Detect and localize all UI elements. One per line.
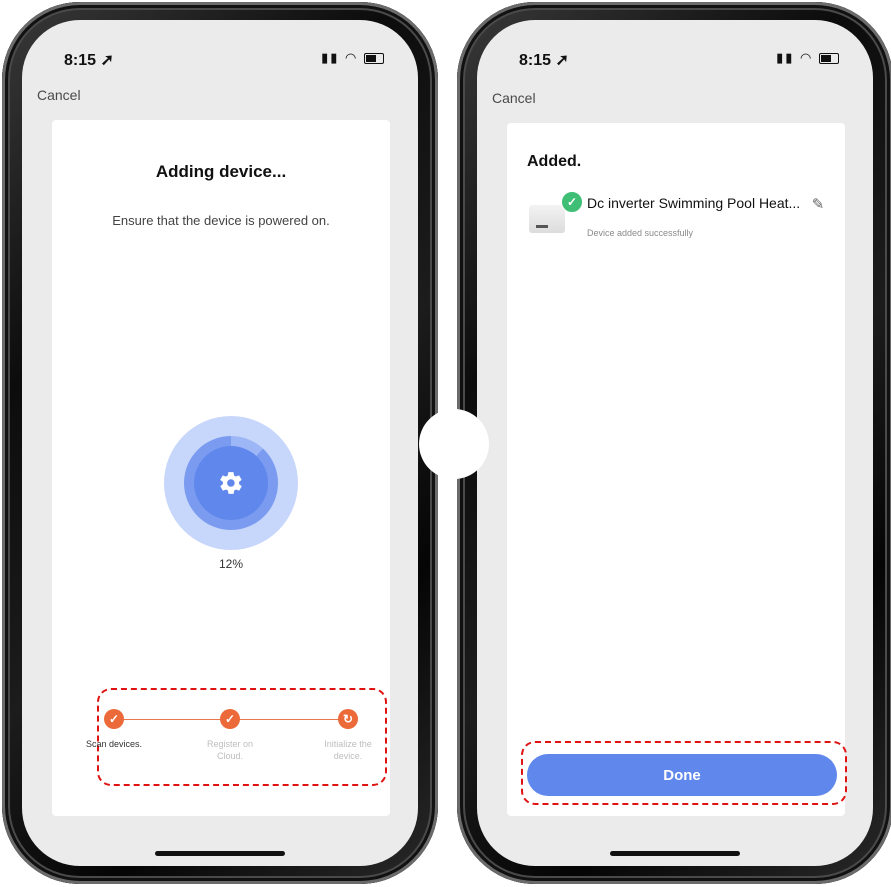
page-subtitle: Ensure that the device is powered on. [112, 213, 330, 228]
status-time: 8:15 ➚ [64, 52, 114, 69]
step-2-label: Register on Cloud. [206, 739, 254, 761]
status-icons: ▮▮ ◠ [321, 50, 384, 66]
step-1-label: Scan devices. [85, 739, 143, 749]
gear-icon-badge [194, 446, 268, 520]
status-time: 8:15 ➚ [519, 52, 569, 69]
status-bar: 8:15 ➚ ▮▮ ◠ [519, 50, 839, 70]
step-1-check-icon: ✓ [104, 709, 124, 729]
steps-highlight-box [97, 688, 387, 786]
added-card: Added. ✓ Dc inverter Swimming Pool Heat.… [507, 123, 845, 816]
home-indicator[interactable] [610, 851, 740, 856]
device-thumbnail [529, 205, 565, 233]
edit-pencil-icon[interactable]: ✎ [807, 194, 829, 216]
step-2-check-icon: ✓ [220, 709, 240, 729]
screen-device-added: 8:15 ➚ ▮▮ ◠ Cancel Added. ✓ Dc inverter … [477, 20, 873, 866]
status-bar: 8:15 ➚ ▮▮ ◠ [64, 50, 384, 70]
wifi-icon: ◠ [345, 50, 359, 65]
battery-icon [364, 53, 384, 65]
signal-icon: ▮▮ [321, 50, 340, 65]
page-title: Adding device... [155, 162, 287, 181]
location-arrow-icon: ➚ [555, 52, 569, 69]
status-icons: ▮▮ ◠ [776, 50, 839, 66]
cancel-button[interactable]: Cancel [492, 90, 536, 106]
progress-ring [164, 416, 298, 550]
step-3-refresh-icon: ↻ [338, 709, 358, 729]
signal-icon: ▮▮ [776, 50, 795, 65]
cancel-button[interactable]: Cancel [37, 87, 81, 103]
device-status: Device added successfully [587, 228, 694, 238]
progress-percent: 12% [218, 557, 244, 571]
done-button[interactable]: Done [527, 754, 837, 796]
page-title: Added. [527, 153, 582, 170]
device-name: Dc inverter Swimming Pool Heat... [587, 195, 801, 211]
home-indicator[interactable] [155, 851, 285, 856]
wifi-icon: ◠ [800, 50, 814, 65]
success-check-icon: ✓ [561, 191, 583, 213]
gear-icon [220, 472, 242, 494]
step-3-label: Initialize the device. [324, 739, 372, 761]
battery-icon [819, 53, 839, 65]
center-circle-divider [419, 409, 489, 479]
location-arrow-icon: ➚ [100, 52, 114, 69]
